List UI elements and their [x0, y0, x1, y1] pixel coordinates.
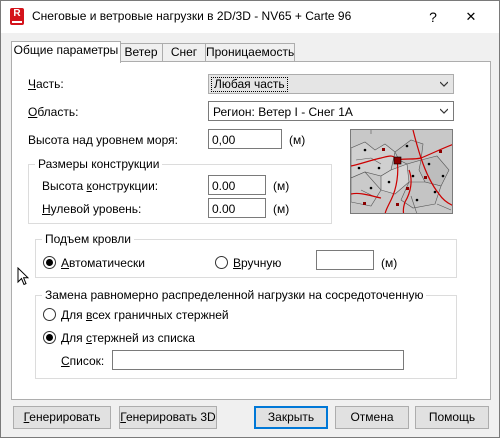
- part-select-value: Любая часть: [211, 77, 288, 92]
- region-select[interactable]: Регион: Ветер I - Снег 1A: [208, 101, 454, 121]
- all-boundary-bars-radio[interactable]: [43, 308, 56, 321]
- altitude-input-value: 0,00: [212, 133, 236, 147]
- bars-list-input[interactable]: [112, 350, 404, 370]
- window-title: Снеговые и ветровые нагрузки в 2D/3D - N…: [32, 9, 352, 23]
- zero-level-value: 0.00: [212, 202, 236, 216]
- tab-permeability[interactable]: Проницаемость: [205, 43, 295, 62]
- mouse-pointer-icon: [17, 267, 29, 286]
- roof-auto-radio[interactable]: [43, 256, 56, 269]
- help-title-button[interactable]: ?: [419, 5, 447, 29]
- altitude-input[interactable]: 0,00: [208, 129, 282, 149]
- all-boundary-bars-label[interactable]: Для всех граничных стержней: [61, 308, 229, 322]
- title-bar: R Снеговые и ветровые нагрузки в 2D/3D -…: [1, 1, 499, 33]
- structure-height-unit: (м): [273, 179, 290, 193]
- region-select-value: Регион: Ветер I - Снег 1A: [213, 105, 353, 119]
- close-button[interactable]: Закрыть: [254, 406, 328, 429]
- roof-manual-radio[interactable]: [215, 256, 228, 269]
- structure-height-label: Высота конструкции:: [42, 179, 159, 193]
- region-label: Область:: [28, 105, 79, 119]
- zero-level-unit: (м): [273, 202, 290, 216]
- robot-app-icon: R: [10, 8, 24, 25]
- roof-manual-label[interactable]: Вручную: [233, 256, 281, 270]
- structure-height-input[interactable]: 0.00: [208, 175, 266, 195]
- altitude-label: Высота над уровнем моря:: [28, 133, 178, 147]
- roof-manual-unit: (м): [381, 256, 398, 270]
- roof-auto-label[interactable]: Автоматически: [61, 256, 145, 270]
- part-select[interactable]: Любая часть: [208, 74, 454, 94]
- chevron-down-icon: [440, 81, 448, 87]
- roof-rise-group-title: Подъем кровли: [42, 232, 134, 246]
- tab-snow[interactable]: Снег: [162, 43, 206, 62]
- generate-3d-button[interactable]: Генерировать 3D: [119, 406, 217, 429]
- altitude-unit: (м): [289, 133, 306, 147]
- part-label: Часть:: [28, 77, 64, 91]
- bars-from-list-radio[interactable]: [43, 331, 56, 344]
- generate-button[interactable]: Генерировать: [13, 406, 111, 429]
- region-map[interactable]: [350, 129, 453, 214]
- tab-wind[interactable]: Ветер: [119, 43, 163, 62]
- bars-from-list-label[interactable]: Для стержней из списка: [61, 331, 195, 345]
- dialog-window: R Снеговые и ветровые нагрузки в 2D/3D -…: [0, 0, 500, 438]
- france-map-image: [351, 130, 452, 213]
- cancel-button[interactable]: Отмена: [335, 406, 409, 429]
- help-button[interactable]: Помощь: [415, 406, 489, 429]
- structure-height-value: 0.00: [212, 179, 236, 193]
- roof-manual-input[interactable]: [316, 250, 374, 270]
- tab-general[interactable]: Общие параметры: [11, 41, 121, 63]
- load-replacement-group-title: Замена равномерно распределенной нагрузк…: [42, 288, 427, 302]
- dimensions-group-title: Размеры конструкции: [35, 157, 163, 171]
- zero-level-input[interactable]: 0.00: [208, 198, 266, 218]
- list-label: Список:: [61, 354, 105, 368]
- zero-level-label: Нулевой уровень:: [42, 202, 142, 216]
- close-title-button[interactable]: ✕: [457, 5, 485, 29]
- chevron-down-icon: [440, 108, 448, 114]
